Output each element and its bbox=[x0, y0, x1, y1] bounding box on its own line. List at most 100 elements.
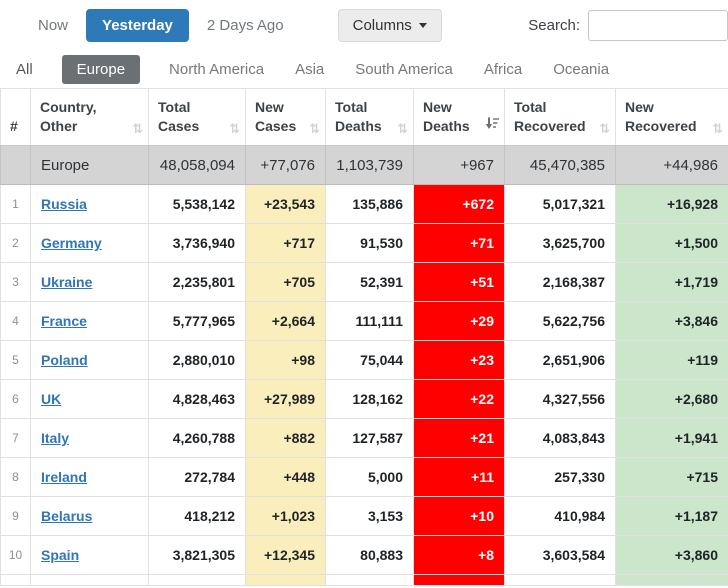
header-new-cases[interactable]: New Cases ⇅ bbox=[246, 89, 326, 146]
header-total-deaths[interactable]: Total Deaths ⇅ bbox=[326, 89, 414, 146]
total-cases-cell: 4,260,788 bbox=[149, 419, 246, 458]
caret-down-icon bbox=[419, 23, 427, 28]
new-recovered-cell: +16,928 bbox=[616, 185, 728, 224]
new-cases-cell: +705 bbox=[246, 263, 326, 302]
total-cases-cell: 2,880,010 bbox=[149, 341, 246, 380]
table-row: 5 Poland 2,880,010 +98 75,044 +23 2,651,… bbox=[1, 341, 728, 380]
tab-north-america[interactable]: North America bbox=[167, 55, 266, 84]
sort-unsorted-icon: ⇅ bbox=[132, 123, 143, 136]
country-cell: Ukraine bbox=[31, 263, 149, 302]
total-cases-cell: 3,821,305 bbox=[149, 536, 246, 575]
summary-total-deaths: 1,103,739 bbox=[326, 146, 414, 185]
country-link[interactable]: Poland bbox=[41, 352, 88, 368]
country-link[interactable]: Belarus bbox=[41, 508, 92, 524]
tab-europe[interactable]: Europe bbox=[62, 55, 140, 84]
new-deaths-cell: +22 bbox=[414, 380, 505, 419]
total-cases-cell: 3,736,940 bbox=[149, 224, 246, 263]
table-row: 3 Ukraine 2,235,801 +705 52,391 +51 2,16… bbox=[1, 263, 728, 302]
header-country-label-1: Country, bbox=[40, 98, 139, 117]
total-recovered-cell: 5,622,756 bbox=[505, 302, 616, 341]
total-recovered-cell: 2,168,387 bbox=[505, 263, 616, 302]
total-recovered-cell: 4,083,843 bbox=[505, 419, 616, 458]
summary-total-recovered: 45,470,385 bbox=[505, 146, 616, 185]
table-row: 9 Belarus 418,212 +1,023 3,153 +10 410,9… bbox=[1, 497, 728, 536]
header-total-recovered-label-2: Recovered bbox=[514, 117, 606, 136]
search-input[interactable] bbox=[588, 10, 728, 41]
table-header-row: # Country, Other ⇅ Total Cases ⇅ New Cas… bbox=[1, 89, 728, 146]
tab-oceania[interactable]: Oceania bbox=[551, 55, 611, 84]
country-cell: Ireland bbox=[31, 458, 149, 497]
header-country[interactable]: Country, Other ⇅ bbox=[31, 89, 149, 146]
two-days-ago-button[interactable]: 2 Days Ago bbox=[197, 10, 294, 41]
total-recovered-cell: 5,017,321 bbox=[505, 185, 616, 224]
total-deaths-cell: 128,162 bbox=[326, 380, 414, 419]
country-link[interactable]: Russia bbox=[41, 196, 87, 212]
country-cell: Russia bbox=[31, 185, 149, 224]
new-deaths-cell: +23 bbox=[414, 341, 505, 380]
covid-stats-table: # Country, Other ⇅ Total Cases ⇅ New Cas… bbox=[0, 88, 728, 586]
total-recovered-cell: 410,984 bbox=[505, 497, 616, 536]
total-deaths-cell: 127,587 bbox=[326, 419, 414, 458]
table-row: 1 Russia 5,538,142 +23,543 135,886 +672 … bbox=[1, 185, 728, 224]
header-rank-label: # bbox=[10, 117, 21, 136]
tab-asia[interactable]: Asia bbox=[293, 55, 326, 84]
new-cases-cell: +23,543 bbox=[246, 185, 326, 224]
country-link[interactable]: Ireland bbox=[41, 469, 87, 485]
new-recovered-cell: +119 bbox=[616, 341, 728, 380]
header-total-recovered[interactable]: Total Recovered ⇅ bbox=[505, 89, 616, 146]
rank-cell: 8 bbox=[1, 458, 31, 497]
continent-tabs: All Europe North America Asia South Amer… bbox=[0, 42, 728, 88]
country-cell: Spain bbox=[31, 536, 149, 575]
new-recovered-cell: +1,941 bbox=[616, 419, 728, 458]
yesterday-button[interactable]: Yesterday bbox=[86, 9, 189, 42]
search-group: Search: bbox=[528, 10, 728, 41]
total-recovered-cell: 3,625,700 bbox=[505, 224, 616, 263]
header-total-recovered-label-1: Total bbox=[514, 98, 606, 117]
header-new-deaths-label-1: New bbox=[423, 98, 495, 117]
new-cases-cell: +27,989 bbox=[246, 380, 326, 419]
rank-cell: 1 bbox=[1, 185, 31, 224]
country-cell: UK bbox=[31, 380, 149, 419]
header-new-recovered[interactable]: New Recovered ⇅ bbox=[616, 89, 728, 146]
rank-cell: 10 bbox=[1, 536, 31, 575]
total-recovered-cell: 257,330 bbox=[505, 458, 616, 497]
header-total-cases[interactable]: Total Cases ⇅ bbox=[149, 89, 246, 146]
country-link[interactable]: Spain bbox=[41, 547, 79, 563]
header-new-recovered-label-2: Recovered bbox=[625, 117, 719, 136]
country-cell: Italy bbox=[31, 419, 149, 458]
header-total-deaths-label-1: Total bbox=[335, 98, 404, 117]
tab-africa[interactable]: Africa bbox=[482, 55, 524, 84]
tab-south-america[interactable]: South America bbox=[353, 55, 455, 84]
new-recovered-cell: +2,680 bbox=[616, 380, 728, 419]
country-cell: France bbox=[31, 302, 149, 341]
new-deaths-cell: +8 bbox=[414, 536, 505, 575]
new-recovered-cell: +3,846 bbox=[616, 302, 728, 341]
now-button[interactable]: Now bbox=[28, 10, 78, 41]
country-link[interactable]: France bbox=[41, 313, 87, 329]
new-deaths-cell: +29 bbox=[414, 302, 505, 341]
sort-unsorted-icon: ⇅ bbox=[599, 123, 610, 136]
columns-dropdown-button[interactable]: Columns bbox=[338, 9, 442, 42]
header-new-deaths[interactable]: New Deaths bbox=[414, 89, 505, 146]
country-cell: Belarus bbox=[31, 497, 149, 536]
sort-descending-active-icon bbox=[485, 116, 499, 135]
new-recovered-cell: +1,187 bbox=[616, 497, 728, 536]
header-total-cases-label-2: Cases bbox=[158, 117, 236, 136]
tab-all[interactable]: All bbox=[14, 55, 35, 84]
country-link[interactable]: Italy bbox=[41, 430, 69, 446]
table-row: 7 Italy 4,260,788 +882 127,587 +21 4,083… bbox=[1, 419, 728, 458]
continent-summary-row: Europe 48,058,094 +77,076 1,103,739 +967… bbox=[1, 146, 728, 185]
total-recovered-cell: 4,327,556 bbox=[505, 380, 616, 419]
country-link[interactable]: Germany bbox=[41, 235, 102, 251]
new-deaths-cell: +21 bbox=[414, 419, 505, 458]
new-deaths-cell: +51 bbox=[414, 263, 505, 302]
country-link[interactable]: UK bbox=[41, 391, 61, 407]
total-recovered-cell: 3,603,584 bbox=[505, 536, 616, 575]
total-deaths-cell: 111,111 bbox=[326, 302, 414, 341]
header-new-recovered-label-1: New bbox=[625, 98, 719, 117]
country-link[interactable]: Ukraine bbox=[41, 274, 92, 290]
total-deaths-cell: 135,886 bbox=[326, 185, 414, 224]
columns-dropdown-label: Columns bbox=[353, 17, 412, 34]
rank-cell: 6 bbox=[1, 380, 31, 419]
header-country-label-2: Other bbox=[40, 117, 139, 136]
